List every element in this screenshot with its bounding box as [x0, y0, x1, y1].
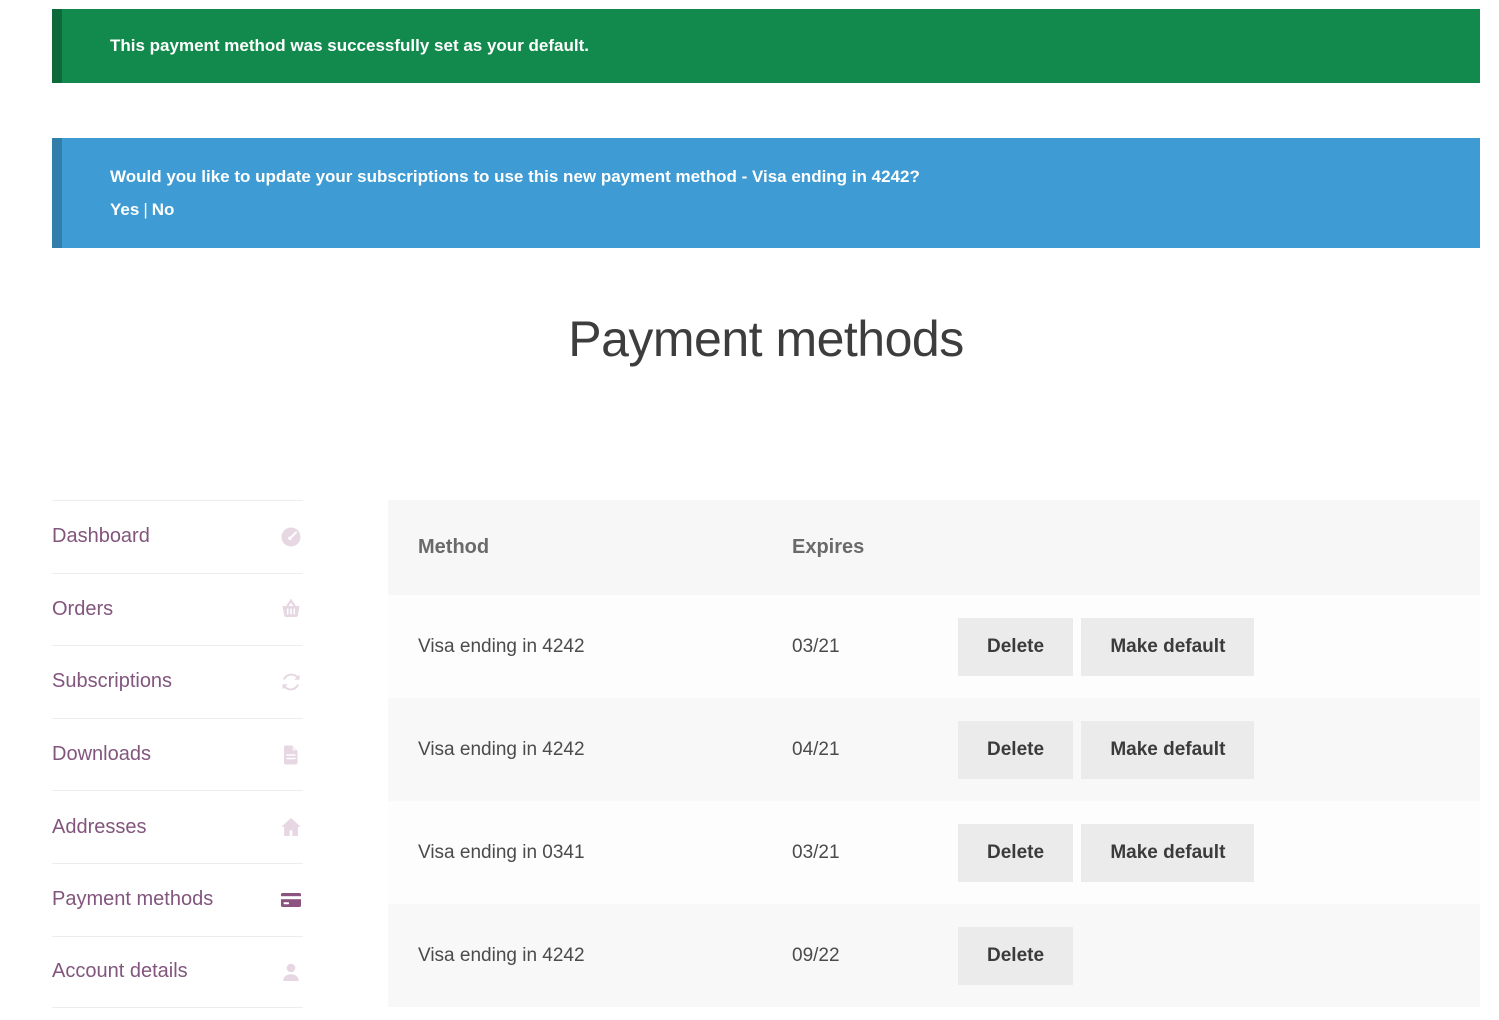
expires-cell: 04/21: [762, 698, 958, 801]
sidebar-item-addresses[interactable]: Addresses: [52, 790, 303, 863]
delete-button[interactable]: Delete: [958, 824, 1073, 882]
delete-button[interactable]: Delete: [958, 618, 1073, 676]
delete-button[interactable]: Delete: [958, 721, 1073, 779]
column-header-actions: [958, 500, 1480, 595]
payment-methods-table: Method Expires Visa ending in 4242 03/21…: [388, 500, 1480, 1007]
table-header-row: Method Expires: [388, 500, 1480, 595]
user-icon: [279, 960, 303, 984]
make-default-button[interactable]: Make default: [1081, 824, 1254, 882]
subscription-update-question: Would you like to update your subscripti…: [110, 160, 1480, 193]
method-cell: Visa ending in 4242: [388, 904, 762, 1007]
make-default-button[interactable]: Make default: [1081, 618, 1254, 676]
column-header-method: Method: [388, 500, 762, 595]
actions-cell: Delete Make default: [958, 801, 1480, 904]
sidebar-item-label: Downloads: [52, 743, 151, 766]
make-default-button[interactable]: Make default: [1081, 721, 1254, 779]
success-notice: This payment method was successfully set…: [52, 9, 1480, 83]
yes-link[interactable]: Yes: [110, 200, 139, 219]
no-link[interactable]: No: [152, 200, 175, 219]
column-header-expires: Expires: [762, 500, 958, 595]
credit-card-icon: [279, 888, 303, 912]
table-row: Visa ending in 4242 03/21 Delete Make de…: [388, 595, 1480, 698]
sync-icon: [279, 670, 303, 694]
expires-cell: 03/21: [762, 595, 958, 698]
sidebar-item-label: Addresses: [52, 816, 147, 839]
expires-cell: 09/22: [762, 904, 958, 1007]
sidebar-item-payment-methods[interactable]: Payment methods: [52, 863, 303, 936]
method-cell: Visa ending in 0341: [388, 801, 762, 904]
sidebar-item-dashboard[interactable]: Dashboard: [52, 500, 303, 573]
subscription-update-notice: Would you like to update your subscripti…: [52, 138, 1480, 248]
choice-separator: |: [139, 200, 151, 219]
success-notice-text: This payment method was successfully set…: [110, 36, 1480, 56]
payment-methods-section: Method Expires Visa ending in 4242 03/21…: [388, 500, 1480, 1007]
sidebar-item-label: Dashboard: [52, 525, 150, 548]
method-cell: Visa ending in 4242: [388, 595, 762, 698]
table-row: Visa ending in 0341 03/21 Delete Make de…: [388, 801, 1480, 904]
actions-cell: Delete: [958, 904, 1480, 1007]
home-icon: [279, 815, 303, 839]
sidebar-item-label: Payment methods: [52, 888, 213, 911]
sidebar-item-label: Account details: [52, 960, 188, 983]
expires-cell: 03/21: [762, 801, 958, 904]
sidebar-item-label: Subscriptions: [52, 670, 172, 693]
sidebar-item-account-details[interactable]: Account details: [52, 936, 303, 1009]
sidebar-item-subscriptions[interactable]: Subscriptions: [52, 645, 303, 718]
sidebar-item-orders[interactable]: Orders: [52, 573, 303, 646]
sidebar-item-label: Orders: [52, 598, 113, 621]
gauge-icon: [279, 525, 303, 549]
table-row: Visa ending in 4242 09/22 Delete: [388, 904, 1480, 1007]
table-row: Visa ending in 4242 04/21 Delete Make de…: [388, 698, 1480, 801]
delete-button[interactable]: Delete: [958, 927, 1073, 985]
actions-cell: Delete Make default: [958, 698, 1480, 801]
file-icon: [279, 743, 303, 767]
method-cell: Visa ending in 4242: [388, 698, 762, 801]
page-title: Payment methods: [52, 300, 1480, 378]
sidebar-item-downloads[interactable]: Downloads: [52, 718, 303, 791]
basket-icon: [279, 597, 303, 621]
account-navigation: Dashboard Orders Subscriptions Downloads…: [52, 500, 303, 1008]
actions-cell: Delete Make default: [958, 595, 1480, 698]
subscription-update-choices: Yes|No: [110, 193, 1480, 226]
